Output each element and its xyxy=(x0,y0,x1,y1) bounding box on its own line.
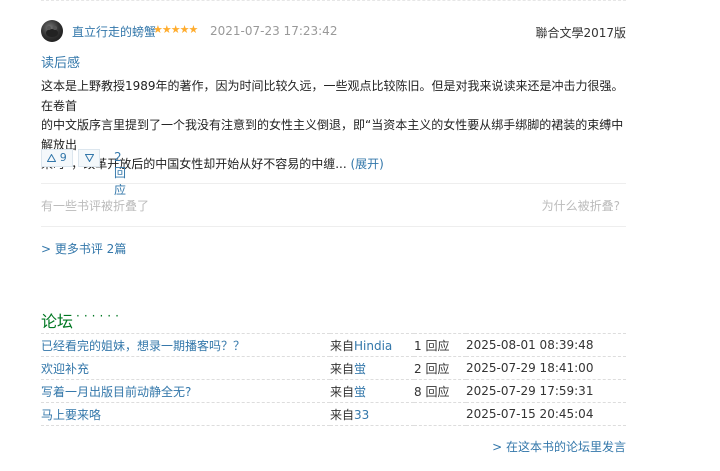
forum-user-link[interactable]: 蛍 xyxy=(354,362,366,376)
review-body: 这本是上野教授1989年的著作，因为时间比较久远，一些观点比较陈旧。但是对我来说… xyxy=(41,77,626,175)
forum-time: 2025-07-29 17:59:31 xyxy=(466,379,626,403)
forum-row: 已经看完的姐妹，想录一期播客吗？？ 来自Hindia 1 回应 2025-08-… xyxy=(41,333,626,357)
forum-time: 2025-08-01 08:39:48 xyxy=(466,333,626,357)
rating-stars: ★★★★★ xyxy=(153,23,198,36)
vote-up-button[interactable]: 9 xyxy=(41,149,73,167)
forum-from-prefix: 来自 xyxy=(330,407,355,422)
forum-section-title: 论坛 xyxy=(41,312,74,331)
avatar-image-icon xyxy=(46,26,58,37)
forum-row: 马上要来咯 来自33 2025-07-15 20:45:04 xyxy=(41,402,626,426)
divider xyxy=(41,226,626,227)
review-edition: 聯合文學2017版 xyxy=(535,26,626,40)
review-body-line: 这本是上野教授1989年的著作，因为时间比较久远，一些观点比较陈旧。但是对我来说… xyxy=(41,79,624,113)
vote-up-count: 9 xyxy=(59,151,67,164)
folded-reviews-notice: 有一些书评被折叠了 为什么被折叠? xyxy=(41,197,626,214)
review-header: 直立行走的螃蟹 ★★★★★ 2021-07-23 17:23:42 聯合文學20… xyxy=(41,20,626,42)
forum-time: 2025-07-29 18:41:00 xyxy=(466,356,626,380)
forum-from-prefix: 来自 xyxy=(330,384,355,399)
forum-topic-link[interactable]: 写着一月出版目前动静全无? xyxy=(41,385,191,399)
forum-reply-count: 1 回应 xyxy=(414,333,466,357)
expand-link[interactable]: (展开) xyxy=(350,157,383,171)
forum-user-link[interactable]: Hindia xyxy=(354,339,392,353)
forum-user-link[interactable]: 蛍 xyxy=(354,385,366,399)
forum-from-prefix: 来自 xyxy=(330,361,355,376)
divider xyxy=(41,183,626,184)
review-title-link[interactable]: 读后感 xyxy=(41,52,80,71)
forum-post-link[interactable]: > 在这本书的论坛里发言 xyxy=(492,438,626,455)
forum-reply-count xyxy=(414,402,466,426)
forum-row: 欢迎补充 来自蛍 2 回应 2025-07-29 18:41:00 xyxy=(41,356,626,380)
forum-topic-link[interactable]: 欢迎补充 xyxy=(41,362,89,376)
forum-user-link[interactable]: 33 xyxy=(354,408,369,422)
forum-time: 2025-07-15 20:45:04 xyxy=(466,402,626,426)
review-body-line: 来时”，改革开放后的中国女性却开始从好不容易的中缠... (展开) xyxy=(41,155,626,175)
forum-reply-count: 8 回应 xyxy=(414,379,466,403)
forum-reply-count: 2 回应 xyxy=(414,356,466,380)
folded-text: 有一些书评被折叠了 xyxy=(41,199,150,213)
reply-link[interactable]: 2回应 xyxy=(114,150,126,198)
review-author-link[interactable]: 直立行走的螃蟹 xyxy=(72,23,156,40)
top-divider xyxy=(41,0,626,1)
forum-topic-link[interactable]: 已经看完的姐妹，想录一期播客吗？？ xyxy=(41,339,245,353)
triangle-down-icon xyxy=(84,154,94,163)
forum-row: 写着一月出版目前动静全无? 来自蛍 8 回应 2025-07-29 17:59:… xyxy=(41,379,626,403)
forum-title-dots: ······ xyxy=(76,309,123,323)
forum-table: 已经看完的姐妹，想录一期播客吗？？ 来自Hindia 1 回应 2025-08-… xyxy=(41,333,626,426)
forum-from-prefix: 来自 xyxy=(330,338,355,353)
forum-topic-link[interactable]: 马上要来咯 xyxy=(41,408,101,422)
vote-down-button[interactable] xyxy=(78,149,100,167)
more-reviews-link[interactable]: > 更多书评 2篇 xyxy=(41,240,126,257)
triangle-up-icon xyxy=(46,153,57,162)
review-time: 2021-07-23 17:23:42 xyxy=(210,24,338,38)
user-avatar[interactable] xyxy=(41,20,63,42)
review-body-line: 的中文版序言里提到了一个我没有注意到的女性主义倒退，即“当资本主义的女性要从绑手… xyxy=(41,118,624,152)
why-folded-link[interactable]: 为什么被折叠? xyxy=(542,197,620,214)
